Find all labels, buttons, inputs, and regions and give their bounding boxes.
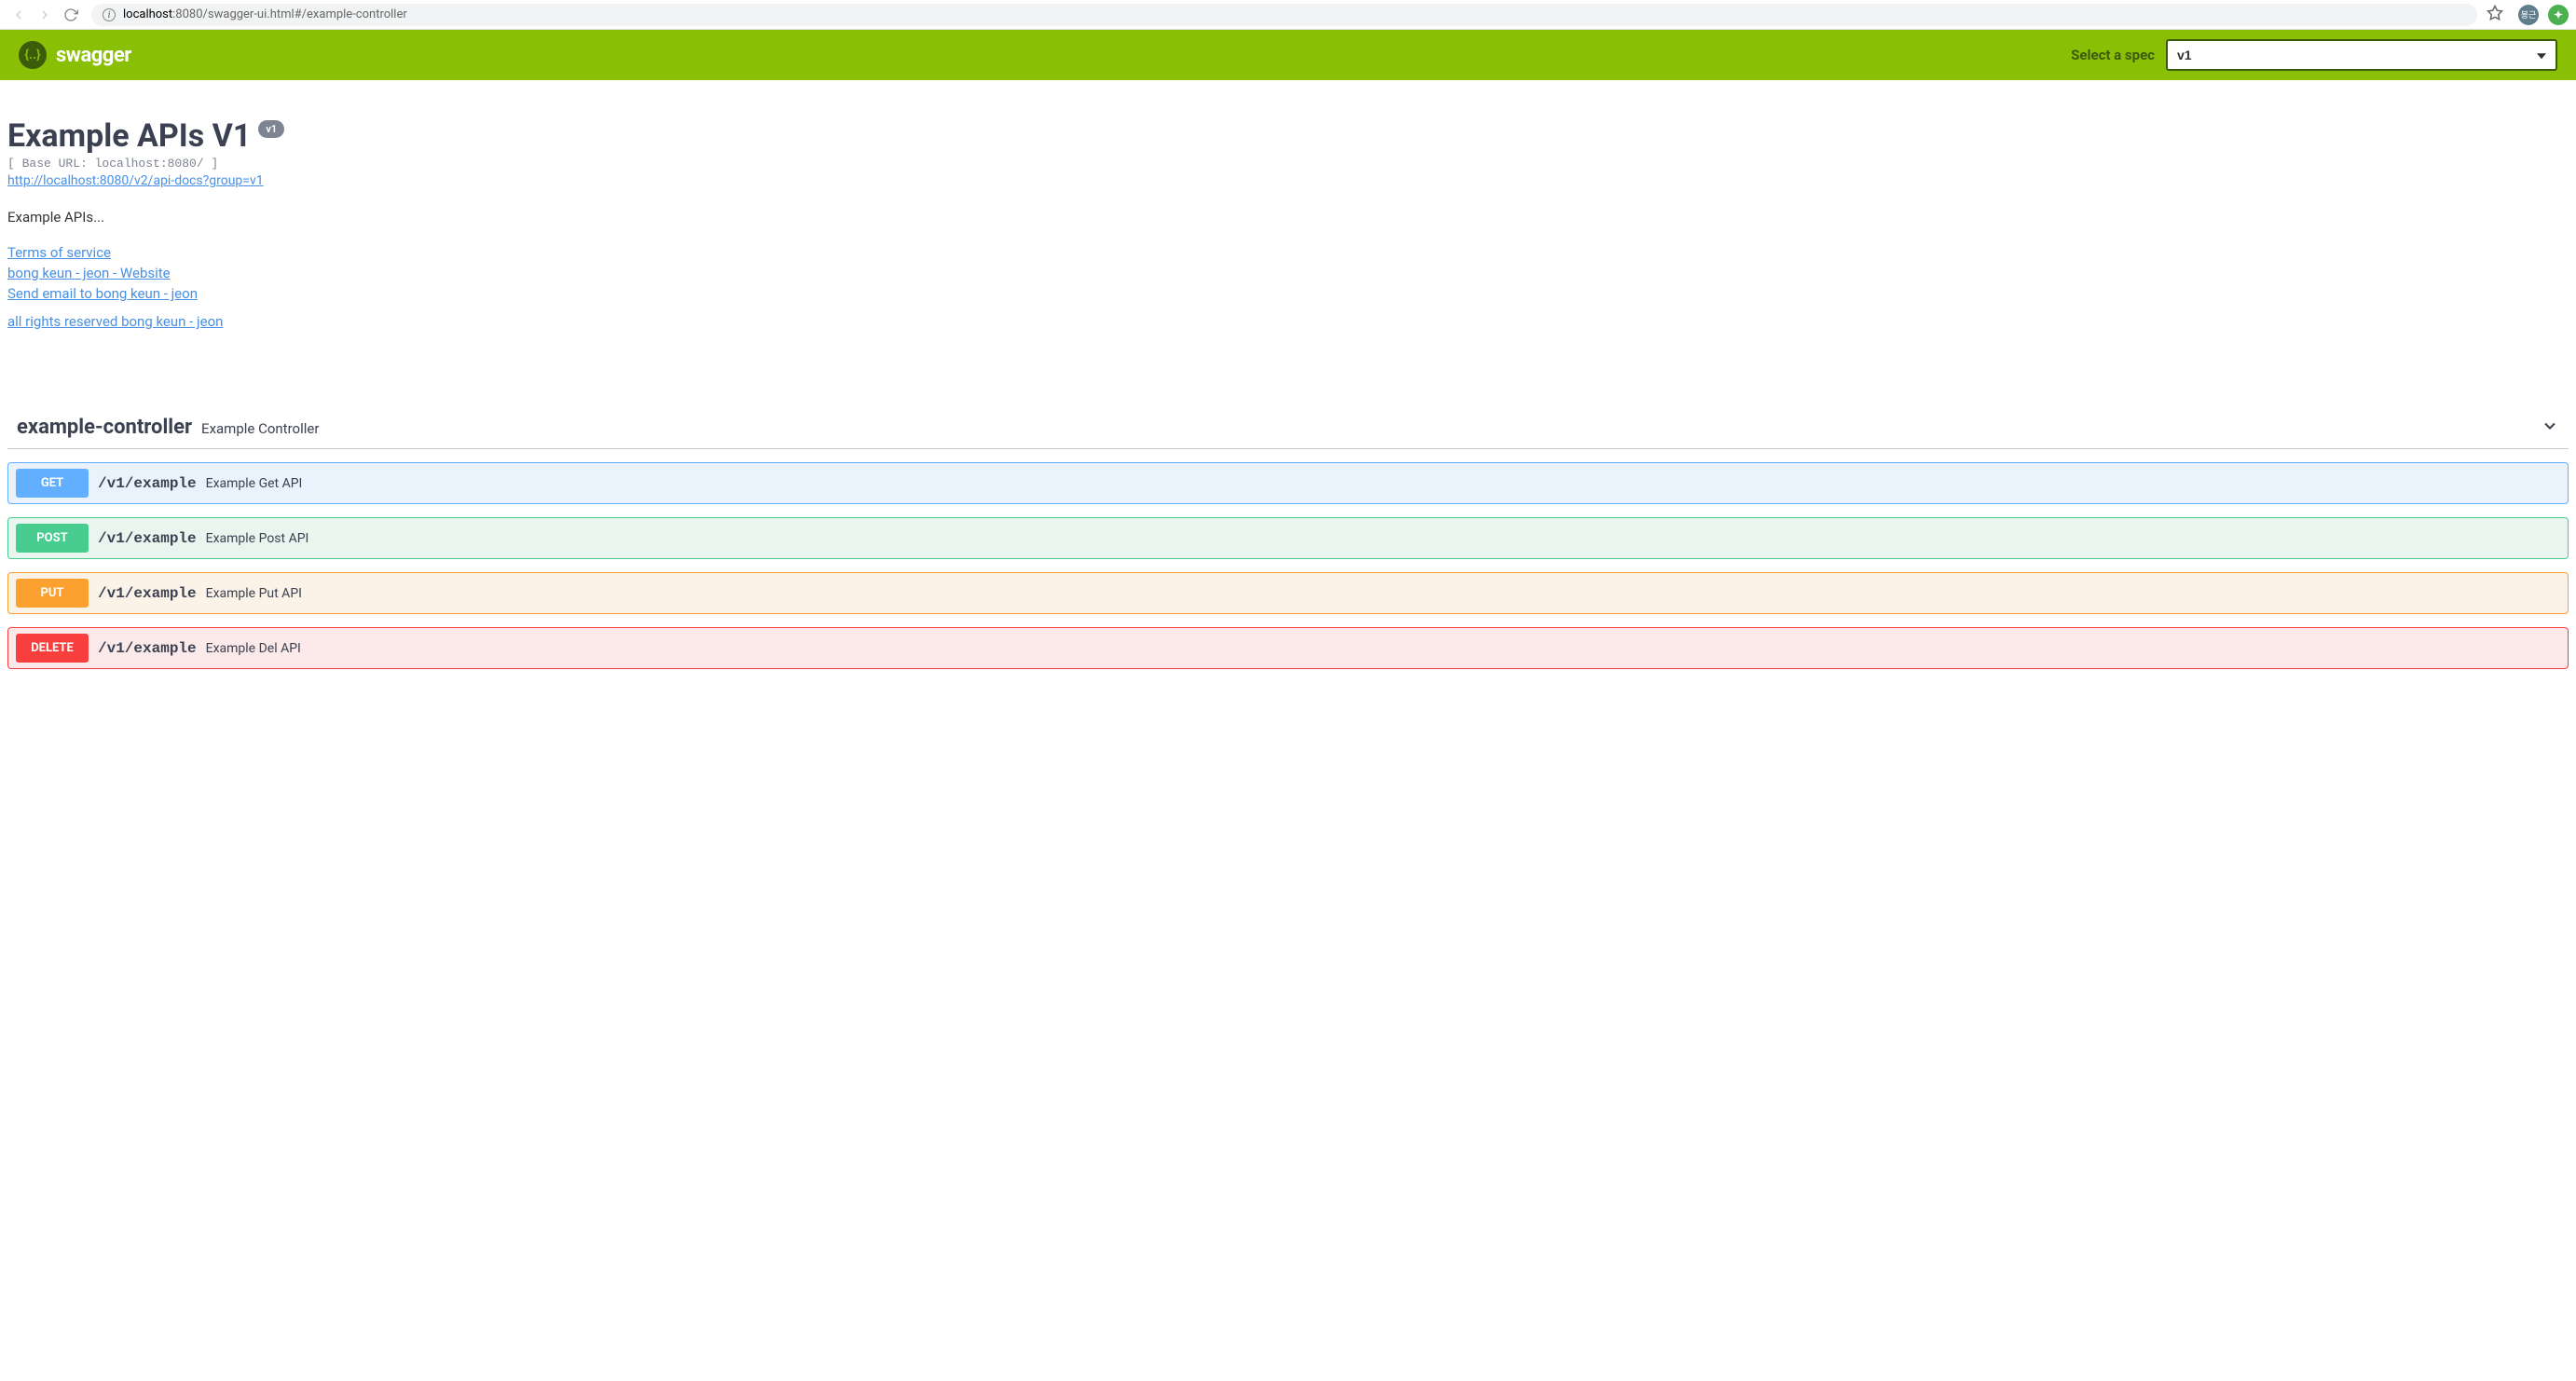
operation-path: /v1/example [98, 530, 197, 547]
site-info-icon[interactable]: i [103, 8, 116, 21]
back-button[interactable] [11, 7, 26, 22]
controller-description: Example Controller [201, 420, 319, 437]
api-info: Example APIs V1 v1 [ Base URL: localhost… [7, 117, 2569, 371]
operation-path: /v1/example [98, 640, 197, 657]
bookmark-star-icon[interactable] [2487, 5, 2503, 25]
contact-email-link[interactable]: Send email to bong keun - jeon [7, 285, 2569, 302]
swagger-topbar: {..} swagger Select a spec v1 [0, 30, 2576, 80]
operation-put[interactable]: PUT/v1/example Example Put API [7, 572, 2569, 614]
controller-section: example-controller Example Controller GE… [7, 408, 2569, 669]
controller-name: example-controller [17, 416, 192, 439]
method-badge: POST [16, 524, 89, 553]
controller-tag[interactable]: example-controller Example Controller [7, 408, 2569, 449]
method-badge: PUT [16, 579, 89, 608]
terms-of-service-link[interactable]: Terms of service [7, 244, 2569, 261]
topbar-brand: {..} swagger [19, 41, 131, 69]
forward-button[interactable] [37, 7, 52, 22]
api-title: Example APIs V1 v1 [7, 117, 2569, 155]
operation-path: /v1/example [98, 475, 197, 492]
select-spec-label: Select a spec [2071, 47, 2155, 63]
spec-select[interactable]: v1 [2166, 39, 2557, 71]
browser-chrome: i localhost:8080/swagger-ui.html#/exampl… [0, 0, 2576, 30]
topbar-spec-selector: Select a spec v1 [2071, 39, 2557, 71]
operation-summary: Example Put API [206, 586, 302, 601]
swagger-brand-text: swagger [56, 44, 131, 67]
swagger-logo-icon: {..} [19, 41, 47, 69]
operation-post[interactable]: POST/v1/example Example Post API [7, 517, 2569, 559]
version-badge: v1 [258, 120, 284, 138]
operations-list: GET/v1/example Example Get API POST/v1/exa… [7, 462, 2569, 669]
nav-buttons [7, 7, 82, 22]
method-badge: GET [16, 469, 89, 498]
api-title-text: Example APIs V1 [7, 117, 251, 155]
api-description: Example APIs... [7, 209, 2569, 226]
main-wrapper: Example APIs V1 v1 [ Base URL: localhost… [0, 80, 2576, 688]
url-text: localhost:8080/swagger-ui.html#/example-… [123, 7, 407, 21]
info-links: Terms of service bong keun - jeon - Webs… [7, 244, 2569, 330]
method-badge: DELETE [16, 634, 89, 663]
contact-website-link[interactable]: bong keun - jeon - Website [7, 265, 2569, 281]
operation-path: /v1/example [98, 585, 197, 602]
operation-summary: Example Get API [206, 476, 303, 491]
operation-summary: Example Del API [206, 641, 301, 656]
extension-icon[interactable]: ✦ [2548, 5, 2569, 25]
operation-summary: Example Post API [206, 531, 309, 546]
chevron-down-icon[interactable] [2541, 417, 2559, 439]
operation-delete[interactable]: DELETE/v1/example Example Del API [7, 627, 2569, 669]
profile-avatar[interactable]: 봉근 [2518, 5, 2539, 25]
address-bar[interactable]: i localhost:8080/swagger-ui.html#/exampl… [91, 4, 2477, 26]
reload-button[interactable] [63, 7, 78, 22]
base-url: [ Base URL: localhost:8080/ ] [7, 157, 2569, 171]
api-docs-link[interactable]: http://localhost:8080/v2/api-docs?group=… [7, 173, 264, 188]
operation-get[interactable]: GET/v1/example Example Get API [7, 462, 2569, 504]
license-link[interactable]: all rights reserved bong keun - jeon [7, 313, 2569, 330]
